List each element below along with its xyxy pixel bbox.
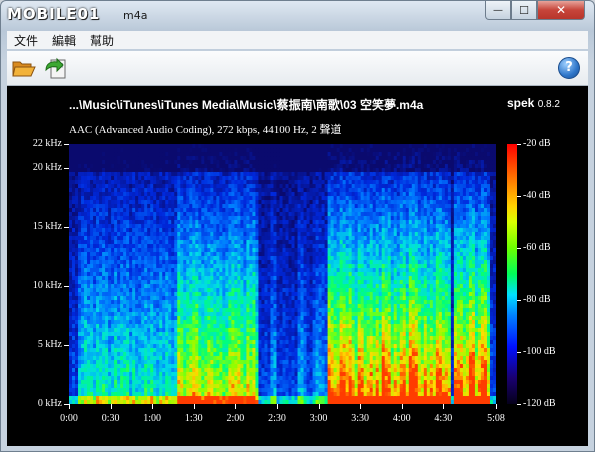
title-bar[interactable]: MOBILE01 m4a — ☐ ✕ [1,1,594,29]
menu-file[interactable]: 文件 [7,31,45,49]
menu-help[interactable]: 幫助 [83,31,121,49]
open-file-button[interactable] [11,56,37,80]
app-window: MOBILE01 m4a — ☐ ✕ 文件 編輯 幫助 ? ...\Music\… [0,0,595,452]
save-export-icon [45,57,66,79]
close-button[interactable]: ✕ [537,1,585,20]
app-version: 0.8.2 [537,99,560,110]
menu-bar: 文件 編輯 幫助 [7,31,588,49]
spectrogram-plot [69,144,496,404]
app-name-text: spek [507,96,535,110]
save-button[interactable] [43,56,69,80]
help-button[interactable]: ? [558,57,580,79]
menu-edit[interactable]: 編輯 [45,31,83,49]
maximize-button[interactable]: ☐ [511,1,537,20]
file-path: ...\Music\iTunes\iTunes Media\Music\蔡振南\… [69,98,424,112]
file-info: AAC (Advanced Audio Coding), 272 kbps, 4… [69,124,342,136]
window-title: m4a [123,9,148,22]
app-name: spek 0.8.2 [507,96,560,110]
help-icon: ? [565,60,573,75]
minimize-icon: — [493,4,503,16]
minimize-button[interactable]: — [485,1,511,20]
folder-open-icon [12,61,36,77]
app-logo: MOBILE01 [7,5,101,23]
close-icon: ✕ [555,3,567,17]
maximize-icon: ☐ [519,3,529,17]
spectrogram-panel: ...\Music\iTunes\iTunes Media\Music\蔡振南\… [7,86,588,446]
toolbar: ? [7,51,588,86]
